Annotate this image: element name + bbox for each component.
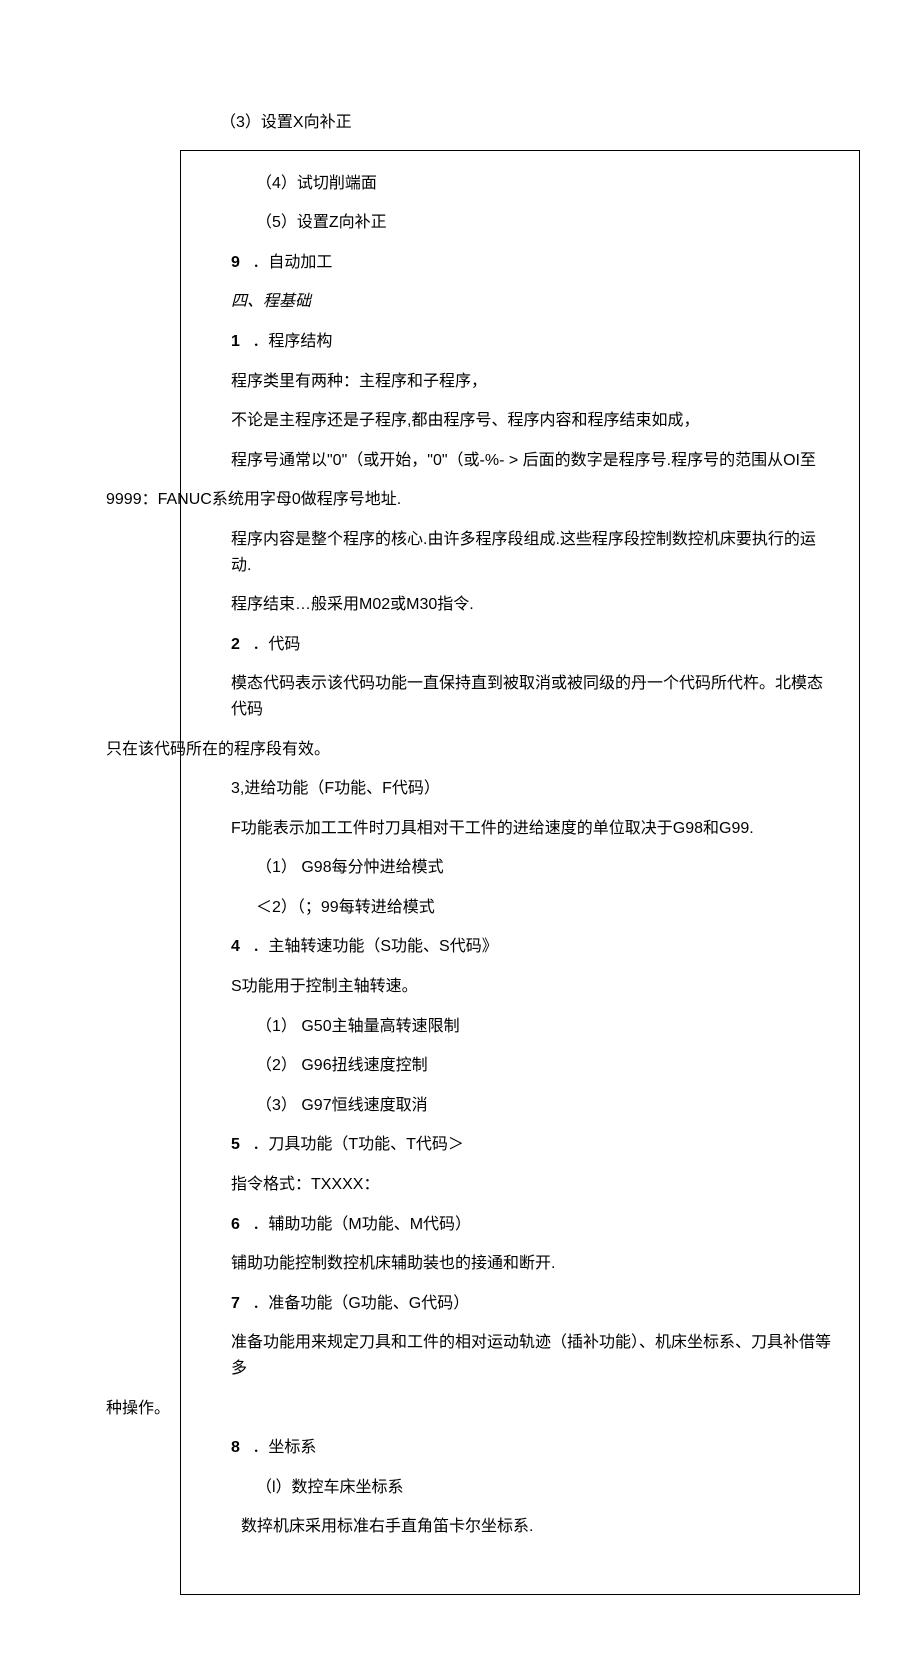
paragraph: 指令格式：TXXXX： (206, 1172, 834, 1198)
text: （1） G50主轴量高转速限制 (256, 1018, 460, 1035)
text: 不论是主程序还是子程序,都由程序号、程序内容和程序结束如成， (231, 412, 699, 429)
text: 模态代码表示该代码功能一直保持直到被取消或被同级的丹一个代码所代杵。北模态代码 (231, 675, 823, 718)
content-frame: （4）试切削端面 （5）设置Z向补正 9 ．自动加工 四、程基础 1 ．程序结构… (180, 150, 860, 1595)
paragraph: 程序号通常以"0"（或开始，"0"（或-%- > 后面的数字是程序号.程序号的范… (206, 448, 834, 474)
sub-number: 6 (231, 1216, 240, 1233)
text: 程序类里有两种：主程序和子程序， (231, 373, 487, 390)
paragraph-cont: 只在该代码所在的程序段有效。 (106, 737, 834, 763)
sub-text: ．代码 (252, 636, 300, 653)
text: （1） G98每分忡进给模式 (256, 859, 444, 876)
text: 程序结束…般采用M02或M30指令. (231, 596, 474, 613)
text: （3） G97恒线速度取消 (256, 1097, 428, 1114)
text: 铺助功能控制数控机床辅助装也的接通和断开. (231, 1255, 555, 1272)
text: 种操作。 (106, 1400, 170, 1417)
sub-item-1: （l）数控车床坐标系 (206, 1475, 834, 1501)
text: （l）数控车床坐标系 (256, 1479, 404, 1496)
subsection-4-title: 4 ．主轴转速功能（S功能、S代码》 (206, 934, 834, 960)
text: （5）设置Z向补正 (256, 214, 387, 231)
sub-text: ．准备功能（G功能、G代码） (252, 1295, 469, 1312)
text: 指令格式：TXXXX： (231, 1176, 379, 1193)
paragraph: 程序结束…般采用M02或M30指令. (206, 592, 834, 618)
subsection-1-title: 1 ．程序结构 (206, 329, 834, 355)
sub-number: 5 (231, 1136, 240, 1153)
subsection-6-title: 6 ．辅助功能（M功能、M代码） (206, 1212, 834, 1238)
sub-number: 2 (231, 636, 240, 653)
text: S功能用于控制主轴转速。 (231, 978, 418, 995)
subsection-2-title: 2 ．代码 (206, 632, 834, 658)
sub-item-3: （3） G97恒线速度取消 (206, 1093, 834, 1119)
text: 程序号通常以"0"（或开始，"0"（或-%- > 后面的数字是程序号.程序号的范… (231, 452, 816, 469)
sub-number: 4 (231, 938, 240, 955)
sub-text: ．主轴转速功能（S功能、S代码》 (252, 938, 497, 955)
paragraph: 数捽机床采用标准右手直角笛卡尔坐标系. (206, 1514, 834, 1540)
text: 3,进给功能（F功能、F代码） (231, 780, 440, 797)
paragraph-cont: 种操作。 (106, 1396, 834, 1422)
sub-item-1: （1） G50主轴量高转速限制 (206, 1014, 834, 1040)
list-item-3: （3）设置X向补正 (220, 110, 850, 136)
sub-number: 8 (231, 1439, 240, 1456)
paragraph: F功能表示加工工件时刀具相对干工件的进给速度的单位取决于G98和G99. (206, 816, 834, 842)
section-4-heading: 四、程基础 (206, 289, 834, 315)
paragraph-cont: 9999：FANUC系统用字母0做程序号地址. (106, 487, 834, 513)
subsection-5-title: 5 ．刀具功能（T功能、T代码＞ (206, 1132, 834, 1158)
step-number: 9 (231, 254, 240, 271)
text: 准备功能用来规定刀具和工件的相对运动轨迹（插补功能）、机床坐标系、刀具补借等多 (231, 1334, 831, 1377)
list-item-5: （5）设置Z向补正 (206, 210, 834, 236)
step-9: 9 ．自动加工 (206, 250, 834, 276)
sub-item-2: ＜2）（；99每转进给模式 (206, 895, 834, 921)
sub-number: 1 (231, 333, 240, 350)
document-page: （3）设置X向补正 （4）试切削端面 （5）设置Z向补正 9 ．自动加工 四、程… (0, 0, 920, 1655)
text: 9999：FANUC系统用字母0做程序号地址. (106, 491, 401, 508)
sub-text: ．坐标系 (252, 1439, 316, 1456)
paragraph: 程序内容是整个程序的核心.由许多程序段组成.这些程序段控制数控机床要执行的运动. (206, 527, 834, 578)
paragraph: 铺助功能控制数控机床辅助装也的接通和断开. (206, 1251, 834, 1277)
text: 程序内容是整个程序的核心.由许多程序段组成.这些程序段控制数控机床要执行的运动. (231, 531, 816, 574)
text: 只在该代码所在的程序段有效。 (106, 741, 330, 758)
subsection-7-title: 7 ．准备功能（G功能、G代码） (206, 1291, 834, 1317)
paragraph: 程序类里有两种：主程序和子程序， (206, 369, 834, 395)
text: （2） G96扭线速度控制 (256, 1057, 428, 1074)
paragraph: S功能用于控制主轴转速。 (206, 974, 834, 1000)
sub-text: ．辅助功能（M功能、M代码） (252, 1216, 471, 1233)
step-text: ．自动加工 (252, 254, 332, 271)
heading-text: 四、程基础 (231, 293, 311, 310)
list-item-4: （4）试切削端面 (206, 171, 834, 197)
sub-number: 7 (231, 1295, 240, 1312)
text: ＜2）（；99每转进给模式 (256, 899, 435, 916)
subsection-3-title: 3,进给功能（F功能、F代码） (206, 776, 834, 802)
text: （3）设置X向补正 (220, 114, 352, 131)
paragraph: 准备功能用来规定刀具和工件的相对运动轨迹（插补功能）、机床坐标系、刀具补借等多 (206, 1330, 834, 1381)
sub-item-2: （2） G96扭线速度控制 (206, 1053, 834, 1079)
sub-item-1: （1） G98每分忡进给模式 (206, 855, 834, 881)
sub-text: ．刀具功能（T功能、T代码＞ (252, 1136, 464, 1153)
text: 数捽机床采用标准右手直角笛卡尔坐标系. (241, 1518, 533, 1535)
paragraph: 不论是主程序还是子程序,都由程序号、程序内容和程序结束如成， (206, 408, 834, 434)
text: （4）试切削端面 (256, 175, 377, 192)
subsection-8-title: 8 ．坐标系 (206, 1435, 834, 1461)
paragraph: 模态代码表示该代码功能一直保持直到被取消或被同级的丹一个代码所代杵。北模态代码 (206, 671, 834, 722)
text: F功能表示加工工件时刀具相对干工件的进给速度的单位取决于G98和G99. (231, 820, 754, 837)
sub-text: ．程序结构 (252, 333, 332, 350)
